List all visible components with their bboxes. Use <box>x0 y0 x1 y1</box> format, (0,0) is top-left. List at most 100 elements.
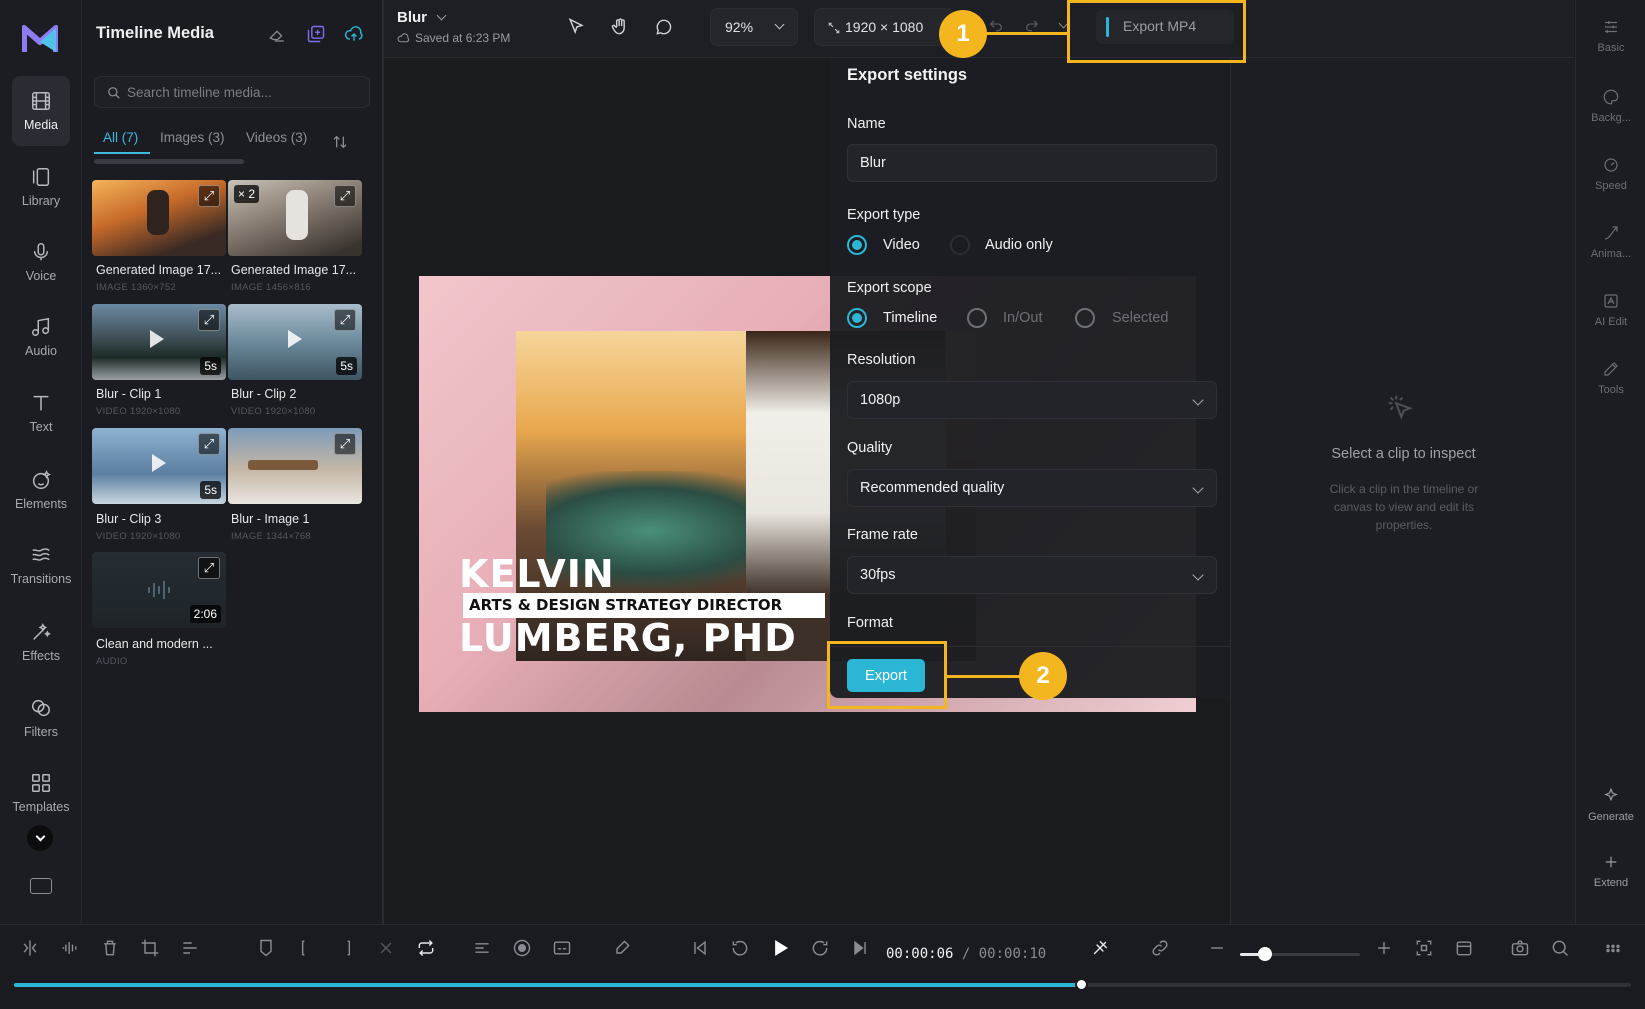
captions-icon[interactable] <box>472 938 492 958</box>
expand-icon[interactable]: ⤢ <box>334 185 356 207</box>
right-rail-extend[interactable]: Extend <box>1576 853 1645 889</box>
rewind-icon[interactable] <box>730 938 750 958</box>
delete-icon[interactable] <box>100 938 120 958</box>
media-item-meta: VIDEO 1920×1080 <box>96 531 181 542</box>
skip-back-icon[interactable] <box>690 938 710 958</box>
subtitle-icon[interactable] <box>552 938 572 958</box>
voiceover-icon[interactable] <box>612 938 632 958</box>
media-thumb[interactable]: ⤢ <box>228 428 362 504</box>
zoom-select[interactable]: 92% <box>710 8 798 46</box>
tabs-scrollbar[interactable] <box>94 159 244 164</box>
right-rail-animation[interactable]: Anima... <box>1576 224 1645 260</box>
right-rail-speed[interactable]: Speed <box>1576 156 1645 192</box>
expand-icon[interactable]: ⤢ <box>334 433 356 455</box>
search-box[interactable]: Search timeline media... <box>94 76 370 108</box>
keyboard-icon[interactable] <box>30 878 52 894</box>
frame-rate-dropdown[interactable]: 30fps <box>847 556 1217 594</box>
media-panel: Timeline Media Search timeline media... … <box>82 0 382 924</box>
resolution-dropdown[interactable]: 1080p <box>847 381 1217 419</box>
split-icon[interactable] <box>20 938 40 958</box>
right-rail-tools[interactable]: Tools <box>1576 360 1645 396</box>
expand-icon[interactable]: ⤢ <box>198 185 220 207</box>
search-placeholder: Search timeline media... <box>127 85 272 100</box>
quality-dropdown[interactable]: Recommended quality <box>847 469 1217 507</box>
media-thumb[interactable]: 5s ⤢ <box>92 304 226 380</box>
radio-timeline[interactable] <box>847 308 867 328</box>
zoom-out-icon[interactable] <box>1207 938 1227 958</box>
expand-icon[interactable]: ⤢ <box>334 309 356 331</box>
playhead[interactable] <box>1075 978 1088 991</box>
speed-icon <box>1604 158 1618 172</box>
radio-audio-only[interactable] <box>950 235 970 255</box>
snap-icon[interactable] <box>1090 938 1110 958</box>
media-thumb[interactable]: 5s ⤢ <box>92 428 226 504</box>
rail-media[interactable]: Media <box>12 76 70 146</box>
rail-filters[interactable]: Filters <box>0 683 82 753</box>
clear-icon[interactable] <box>376 938 396 958</box>
radio-selected[interactable] <box>1075 308 1095 328</box>
calendar-icon[interactable] <box>1454 938 1474 958</box>
resolution-select[interactable]: 1920 × 1080 <box>814 8 954 46</box>
rail-text[interactable]: Text <box>0 378 82 448</box>
marker-icon[interactable] <box>256 938 276 958</box>
inspector-hint: Click a clip in the timeline or canvas t… <box>1329 482 1479 532</box>
app-logo <box>21 24 59 54</box>
record-icon[interactable] <box>512 938 532 958</box>
chevron-down-icon <box>774 19 785 30</box>
play-button[interactable] <box>770 938 790 958</box>
rail-templates[interactable]: Templates <box>0 758 82 828</box>
radio-video[interactable] <box>847 235 867 255</box>
media-thumb[interactable]: ⤢ <box>92 180 226 256</box>
add-media-icon[interactable] <box>306 24 326 44</box>
right-rail-ai-edit[interactable]: AI Edit <box>1576 292 1645 328</box>
media-item-meta: AUDIO <box>96 656 128 667</box>
tab-videos[interactable]: Videos (3) <box>246 130 307 145</box>
project-name[interactable]: Blur <box>397 9 427 26</box>
crop-icon[interactable] <box>140 938 160 958</box>
right-rail-background[interactable]: Backg... <box>1576 88 1645 124</box>
skip-forward-icon[interactable] <box>850 938 870 958</box>
link-icon[interactable] <box>1150 938 1170 958</box>
tab-images[interactable]: Images (3) <box>160 130 225 145</box>
rail-voice[interactable]: Voice <box>0 227 82 297</box>
search-icon[interactable] <box>1550 938 1570 958</box>
sort-icon[interactable] <box>332 134 348 150</box>
more-icon[interactable] <box>1603 938 1623 958</box>
snapshot-icon[interactable] <box>1510 938 1530 958</box>
rail-expand-button[interactable] <box>27 825 53 851</box>
rail-audio[interactable]: Audio <box>0 302 82 372</box>
frame-rate-label: Frame rate <box>847 527 918 543</box>
hand-icon[interactable] <box>610 17 630 37</box>
in-point-icon[interactable] <box>296 938 316 958</box>
rail-label: Voice <box>25 269 57 283</box>
loop-icon[interactable] <box>416 938 436 958</box>
chevron-down-icon[interactable] <box>436 10 447 21</box>
select-pointer-icon[interactable] <box>566 17 586 37</box>
right-rail-basic[interactable]: Basic <box>1576 18 1645 54</box>
expand-icon[interactable]: ⤢ <box>198 557 220 579</box>
time-separator: / <box>961 946 971 962</box>
tab-all[interactable]: All (7) <box>103 130 138 145</box>
radio-in-out[interactable] <box>967 308 987 328</box>
zoom-slider-thumb[interactable] <box>1258 947 1272 961</box>
media-thumb[interactable]: 5s ⤢ <box>228 304 362 380</box>
cloud-upload-icon[interactable] <box>344 24 364 44</box>
zoom-in-icon[interactable] <box>1374 938 1394 958</box>
fit-icon[interactable] <box>1414 938 1434 958</box>
name-input[interactable]: Blur <box>847 144 1217 182</box>
rail-transitions[interactable]: Transitions <box>0 530 82 600</box>
comment-icon[interactable] <box>654 17 674 37</box>
expand-icon[interactable]: ⤢ <box>198 309 220 331</box>
media-thumb[interactable]: × 2 ⤢ <box>228 180 362 256</box>
align-icon[interactable] <box>180 938 200 958</box>
right-rail-generate[interactable]: Generate <box>1576 787 1645 823</box>
eraser-icon[interactable] <box>268 26 286 44</box>
rail-effects[interactable]: Effects <box>0 607 82 677</box>
audio-split-icon[interactable] <box>60 938 80 958</box>
out-point-icon[interactable] <box>336 938 356 958</box>
rail-elements[interactable]: Elements <box>0 455 82 525</box>
rail-library[interactable]: Library <box>0 152 82 222</box>
expand-icon[interactable]: ⤢ <box>198 433 220 455</box>
forward-icon[interactable] <box>810 938 830 958</box>
audio-thumb[interactable]: 2:06 ⤢ <box>92 552 226 628</box>
